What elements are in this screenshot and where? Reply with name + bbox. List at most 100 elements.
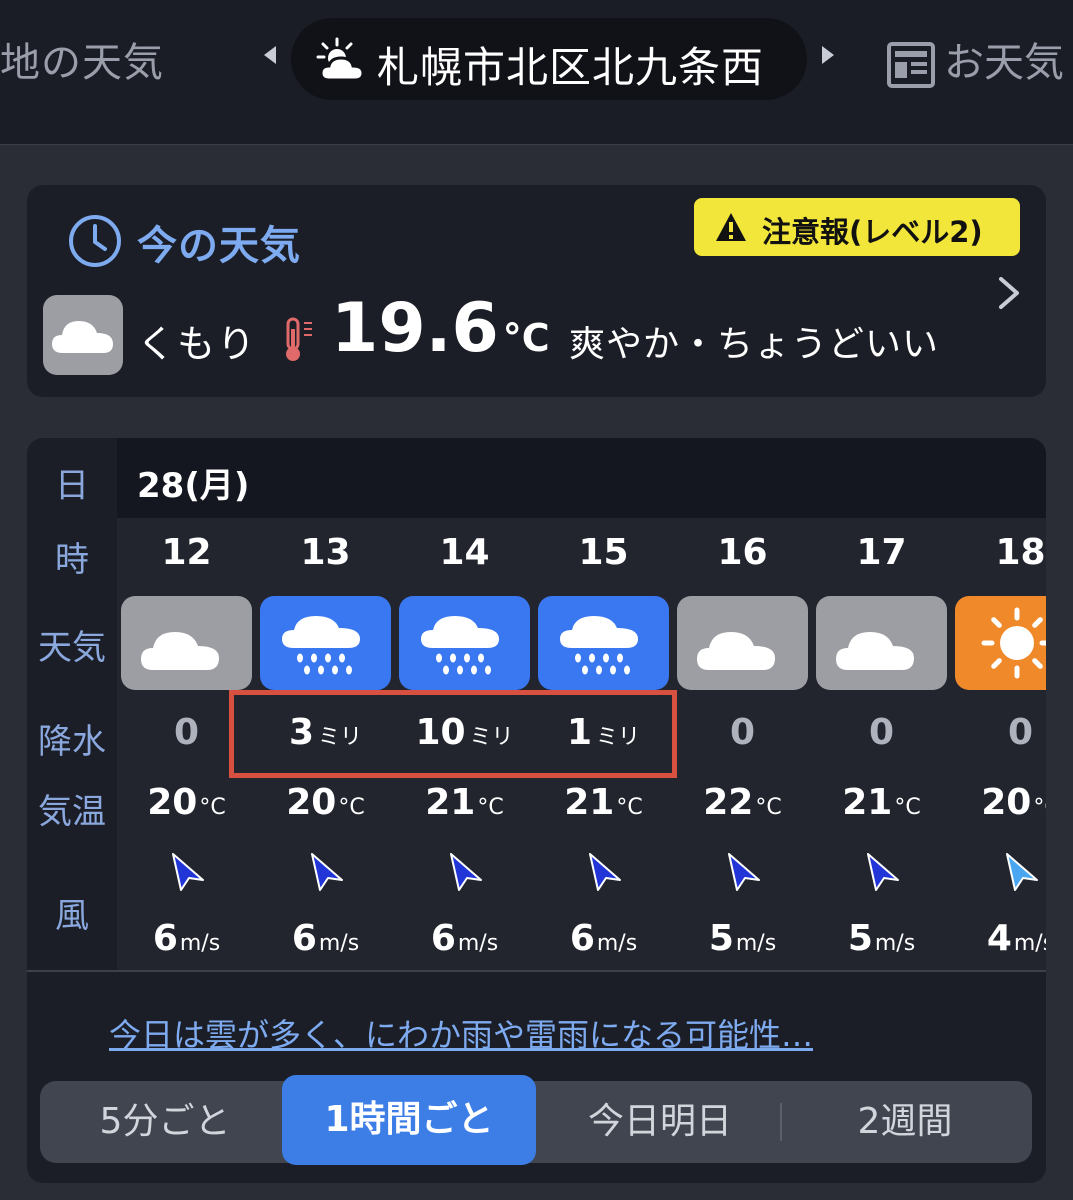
alert-label: 注意報(レベル2) xyxy=(762,215,983,249)
sun-behind-cloud-icon xyxy=(316,37,365,82)
current-condition: くもり xyxy=(137,322,258,366)
cloud-icon xyxy=(121,596,252,690)
wind-speed: 6m/s xyxy=(256,918,395,959)
feels-like-text: 爽やか・ちょうどいい xyxy=(569,324,940,365)
tab-two-weeks[interactable]: 2週間 xyxy=(800,1081,1010,1163)
temperature-number: 22 xyxy=(703,782,754,823)
wind-speed-number: 6 xyxy=(152,918,178,959)
hour-label: 12 xyxy=(161,532,212,573)
wind-speed-number: 6 xyxy=(569,918,595,959)
day-row xyxy=(117,438,1046,518)
weather-row-label: 天気 xyxy=(38,628,106,668)
wind-direction-arrow-icon xyxy=(728,853,760,891)
row-labels: 時 天気 降水 気温 風 xyxy=(27,518,117,970)
current-temperature-unit: °C xyxy=(502,316,550,360)
tab-five-minutes[interactable]: 5分ごと xyxy=(60,1081,270,1163)
wind-speed-number: 5 xyxy=(847,918,873,959)
temperature-unit: °C xyxy=(616,795,643,820)
alert-badge[interactable]: 注意報(レベル2) xyxy=(694,198,1020,256)
precip-value: 0 xyxy=(673,712,812,753)
temperature-number: 20 xyxy=(147,782,198,823)
temperature-unit: °C xyxy=(199,795,226,820)
wind-direction-arrow-icon xyxy=(867,853,899,891)
temperature-value: 20°C xyxy=(951,782,1046,823)
wind-speed-unit: m/s xyxy=(179,931,221,956)
current-temperature: 19.6 °C xyxy=(331,289,550,368)
temperature-value: 21°C xyxy=(395,782,534,823)
wind-speed: 4m/s xyxy=(951,918,1046,959)
temperature-value: 20°C xyxy=(256,782,395,823)
precip-value: 0 xyxy=(812,712,951,753)
temp-row-label: 気温 xyxy=(38,792,106,832)
wind-speed-number: 5 xyxy=(708,918,734,959)
rain-icon xyxy=(399,596,530,690)
hour-label: 17 xyxy=(856,532,907,573)
wind-speed: 5m/s xyxy=(673,918,812,959)
temperature-unit: °C xyxy=(1033,795,1046,820)
temperature-value: 20°C xyxy=(117,782,256,823)
wind-direction-arrow-icon xyxy=(311,853,343,891)
topbar-divider xyxy=(0,144,1073,145)
hour-row-label: 時 xyxy=(55,540,89,580)
precip-highlight-box xyxy=(229,690,677,778)
current-condition-icon xyxy=(43,295,123,375)
cloud-icon xyxy=(677,596,808,690)
hour-label: 14 xyxy=(439,532,490,573)
temperature-value: 22°C xyxy=(673,782,812,823)
wind-direction-arrow-icon xyxy=(450,853,482,891)
cloud-icon xyxy=(52,321,113,353)
wind-speed-unit: m/s xyxy=(457,931,499,956)
news-tab[interactable]: お天気 xyxy=(886,30,1064,90)
wind-speed-number: 4 xyxy=(986,918,1012,959)
temperature-unit: °C xyxy=(338,795,365,820)
warning-icon xyxy=(716,213,746,241)
temperature-unit: °C xyxy=(894,795,921,820)
precip-row-label: 降水 xyxy=(38,722,106,762)
tab-today-tomorrow[interactable]: 今日明日 xyxy=(560,1081,760,1163)
wind-speed-unit: m/s xyxy=(596,931,638,956)
wind-row-label: 風 xyxy=(55,896,89,936)
wind-speed-number: 6 xyxy=(291,918,317,959)
wind-direction-arrow-icon xyxy=(172,853,204,891)
clock-icon xyxy=(69,215,121,267)
current-weather-title: 今の天気 xyxy=(137,223,301,269)
temperature-unit: °C xyxy=(755,795,782,820)
wind-direction-arrow-icon xyxy=(589,853,621,891)
tab-hourly[interactable]: 1時間ごと xyxy=(282,1075,536,1165)
temperature-number: 20 xyxy=(286,782,337,823)
temperature-value: 21°C xyxy=(534,782,673,823)
hour-label: 13 xyxy=(300,532,351,573)
segment-divider xyxy=(780,1103,782,1141)
temperature-unit: °C xyxy=(477,795,504,820)
wind-speed: 6m/s xyxy=(534,918,673,959)
current-weather-card[interactable]: 今の天気 注意報(レベル2) くもり 19.6 °C 爽やか・ちょうどいい xyxy=(27,185,1046,397)
caret-right-icon[interactable] xyxy=(822,46,834,64)
wind-speed-number: 6 xyxy=(430,918,456,959)
wind-speed-unit: m/s xyxy=(1013,931,1046,956)
hour-column: 18 0 20°C 4m/s xyxy=(951,518,1046,970)
hour-label: 16 xyxy=(717,532,768,573)
temperature-number: 21 xyxy=(564,782,615,823)
prev-location-label: 地の天気 xyxy=(0,40,164,86)
sun-icon xyxy=(955,596,1046,690)
chevron-right-icon[interactable] xyxy=(995,273,1023,313)
day-row-label: 日 xyxy=(55,466,89,506)
wind-speed: 6m/s xyxy=(395,918,534,959)
precip-amount: 0 xyxy=(729,712,756,753)
prev-location-tab[interactable]: 地の天気 xyxy=(0,30,164,88)
forecast-summary-link[interactable]: 今日は雲が多く、にわか雨や雷雨になる可能性… xyxy=(109,1010,813,1056)
wind-speed-unit: m/s xyxy=(874,931,916,956)
hourly-forecast-card: 日 28(月) 時 天気 降水 気温 風 12 0 20°C 6m/s 13 3 ミリ 20°… xyxy=(27,438,1046,1183)
caret-left-icon[interactable] xyxy=(264,46,276,64)
cloud-icon xyxy=(816,596,947,690)
hour-column: 16 0 22°C 5m/s xyxy=(673,518,812,970)
precip-value: 0 xyxy=(951,712,1046,753)
rain-icon xyxy=(260,596,391,690)
current-location-tab[interactable]: 札幌市北区北九条西 xyxy=(291,18,807,100)
current-temperature-value: 19.6 xyxy=(331,289,499,368)
day-value: 28(月) xyxy=(137,466,250,506)
interval-segmented-control: 5分ごと 1時間ごと 今日明日 2週間 xyxy=(40,1075,1032,1165)
current-location-name: 札幌市北区北九条西 xyxy=(377,43,765,92)
wind-speed: 5m/s xyxy=(812,918,951,959)
precip-amount: 0 xyxy=(868,712,895,753)
